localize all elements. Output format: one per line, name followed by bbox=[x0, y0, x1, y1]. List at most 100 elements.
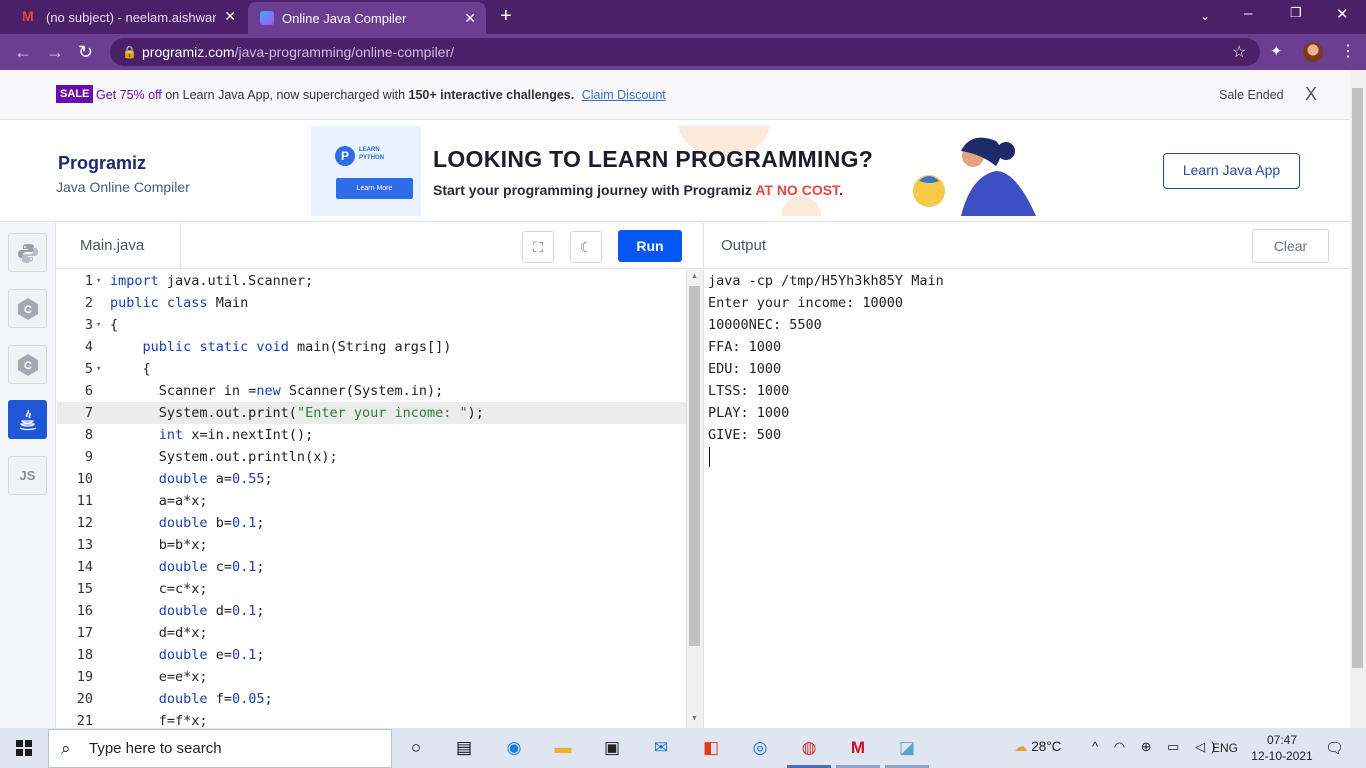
ad-banner[interactable]: P LEARN PYTHON Learn More LOOKING TO LEA… bbox=[311, 126, 1039, 216]
taskbar-search-input[interactable]: ⌕ Type here to search bbox=[48, 729, 392, 768]
line-number: 16 bbox=[76, 603, 93, 619]
code-editor[interactable]: 1 ▾ import java.util.Scanner; 2 public class… bbox=[57, 270, 686, 728]
app-icon[interactable]: ◎ bbox=[748, 736, 772, 760]
java-language-icon[interactable] bbox=[8, 400, 47, 439]
code-line[interactable]: 9 System.out.println(x); bbox=[57, 446, 686, 468]
page-scrollbar-thumb[interactable] bbox=[1352, 88, 1363, 668]
file-tab[interactable]: Main.java bbox=[57, 223, 181, 269]
output-console[interactable]: java -cp /tmp/H5Yh3kh85Y Main Enter your … bbox=[703, 270, 1350, 728]
code-text: b=b*x; bbox=[110, 537, 208, 553]
clear-button[interactable]: Clear bbox=[1252, 229, 1329, 263]
restore-icon[interactable]: ❐ bbox=[1290, 5, 1302, 21]
tab-close-icon[interactable]: ✕ bbox=[224, 8, 236, 25]
code-line[interactable]: 7 System.out.print("Enter your income: "… bbox=[57, 402, 686, 424]
promo-close-button[interactable]: X bbox=[1305, 84, 1317, 105]
line-number: 9 bbox=[84, 449, 93, 465]
tab-search-icon[interactable]: ⌄ bbox=[1200, 9, 1210, 23]
widgets-icon[interactable]: ▤ bbox=[452, 736, 476, 760]
run-button[interactable]: Run bbox=[618, 230, 682, 262]
code-line[interactable]: 19 e=e*x; bbox=[57, 666, 686, 688]
app2-icon[interactable]: ◪ bbox=[895, 736, 919, 760]
sale-status: Sale Ended bbox=[1219, 88, 1284, 102]
line-number: 21 bbox=[76, 713, 93, 728]
clock[interactable]: 07:47 12-10-2021 bbox=[1248, 732, 1316, 764]
notifications-icon[interactable]: 🗨 bbox=[1325, 739, 1344, 757]
code-line[interactable]: 11 a=a*x; bbox=[57, 490, 686, 512]
code-text: e=e*x; bbox=[110, 669, 208, 685]
page-scrollbar[interactable] bbox=[1350, 70, 1366, 728]
line-number: 6 bbox=[84, 383, 93, 399]
code-line[interactable]: 20 double f=0.05; bbox=[57, 688, 686, 710]
code-text: Scanner in =new Scanner(System.in); bbox=[110, 383, 444, 399]
editor-scrollbar-thumb[interactable] bbox=[689, 286, 700, 646]
fullscreen-button[interactable]: ⛶ bbox=[522, 231, 554, 263]
fold-arrow-icon[interactable]: ▾ bbox=[96, 358, 101, 380]
back-icon[interactable]: ← bbox=[14, 42, 32, 63]
system-tray-icons[interactable]: ^ ◠ ⊕ ▭ ◁) bbox=[1092, 739, 1221, 755]
code-line[interactable]: 16 double d=0.1; bbox=[57, 600, 686, 622]
windows-start-icon[interactable] bbox=[16, 740, 32, 756]
extensions-icon[interactable]: ✦ bbox=[1270, 42, 1283, 60]
reload-icon[interactable]: ↻ bbox=[78, 42, 93, 63]
tab-gmail[interactable]: (no subject) - neelam.aishwarya9 ✕ bbox=[8, 0, 246, 34]
output-line: Enter your income: 10000 bbox=[708, 295, 904, 311]
fold-arrow-icon[interactable]: ▾ bbox=[96, 270, 101, 292]
edge-icon[interactable]: ◉ bbox=[502, 736, 526, 760]
tab-close-icon[interactable]: ✕ bbox=[464, 10, 476, 27]
code-line[interactable]: 12 double b=0.1; bbox=[57, 512, 686, 534]
new-tab-icon[interactable]: + bbox=[500, 5, 512, 28]
code-text: System.out.println(x); bbox=[110, 449, 338, 465]
office-icon[interactable]: ◧ bbox=[699, 736, 723, 760]
cpp-language-icon[interactable]: C bbox=[8, 345, 47, 384]
windows-taskbar: ⌕ Type here to search ○ ▤ ◉ ▬ ▣ ✉ ◧ ◎ ◍ … bbox=[0, 728, 1366, 768]
line-number: 17 bbox=[76, 625, 93, 641]
scroll-down-icon[interactable]: ▼ bbox=[691, 715, 698, 722]
python-icon[interactable] bbox=[8, 233, 47, 272]
tab-online-java-compiler[interactable]: Online Java Compiler ✕ bbox=[248, 2, 486, 34]
code-line[interactable]: 8 int x=in.nextInt(); bbox=[57, 424, 686, 446]
code-line[interactable]: 17 d=d*x; bbox=[57, 622, 686, 644]
task-view-icon[interactable]: ○ bbox=[404, 736, 428, 760]
profile-avatar[interactable] bbox=[1303, 42, 1323, 62]
mail-icon[interactable]: ✉ bbox=[649, 736, 673, 760]
code-line[interactable]: 14 double c=0.1; bbox=[57, 556, 686, 578]
claim-discount-link[interactable]: Claim Discount bbox=[582, 88, 666, 102]
javascript-language-icon[interactable]: JS bbox=[8, 456, 47, 495]
code-line[interactable]: 1 ▾ import java.util.Scanner; bbox=[57, 270, 686, 292]
dark-mode-button[interactable]: ☾ bbox=[570, 231, 602, 263]
ad-illustration-icon bbox=[913, 137, 1036, 216]
learn-java-app-button[interactable]: Learn Java App bbox=[1163, 153, 1300, 189]
code-text: double d=0.1; bbox=[158, 603, 265, 619]
editor-scrollbar[interactable]: ▲ ▼ bbox=[686, 270, 703, 728]
code-line[interactable]: 15 c=c*x; bbox=[57, 578, 686, 600]
code-line[interactable]: 13 b=b*x; bbox=[57, 534, 686, 556]
store-icon[interactable]: ▣ bbox=[600, 736, 624, 760]
code-line[interactable]: 21 f=f*x; bbox=[57, 710, 686, 728]
code-line[interactable]: 18 double e=0.1; bbox=[57, 644, 686, 666]
file-explorer-icon[interactable]: ▬ bbox=[551, 736, 575, 760]
c-language-icon[interactable]: C bbox=[8, 289, 47, 328]
line-number: 12 bbox=[76, 515, 93, 531]
close-window-icon[interactable]: ✕ bbox=[1336, 5, 1349, 23]
ad-learn-more-button[interactable]: Learn More bbox=[336, 178, 413, 199]
bookmark-star-icon[interactable]: ☆ bbox=[1232, 42, 1246, 62]
forward-icon[interactable]: → bbox=[46, 42, 64, 63]
line-number: 20 bbox=[76, 691, 93, 707]
code-line[interactable]: 5 ▾ { bbox=[57, 358, 686, 380]
code-line[interactable]: 4 public static void main(String args[]) bbox=[57, 336, 686, 358]
mcafee-icon[interactable]: M bbox=[846, 736, 870, 760]
code-line[interactable]: 3 ▾ { bbox=[57, 314, 686, 336]
fold-arrow-icon[interactable]: ▾ bbox=[96, 314, 101, 336]
browser-menu-icon[interactable]: ⋮ bbox=[1340, 41, 1356, 61]
programiz-logo[interactable]: Programiz bbox=[58, 153, 146, 174]
cloud-icon: ☁ bbox=[1014, 739, 1028, 754]
language-indicator[interactable]: ENG bbox=[1212, 741, 1238, 755]
url-input[interactable]: 🔒 programiz.com/java-programming/online-… bbox=[110, 38, 1260, 66]
code-line[interactable]: 2 public class Main bbox=[57, 292, 686, 314]
scroll-up-icon[interactable]: ▲ bbox=[691, 273, 698, 280]
code-line[interactable]: 10 double a=0.55; bbox=[57, 468, 686, 490]
weather-widget[interactable]: ☁ 28°C bbox=[1014, 739, 1061, 755]
minimize-icon[interactable]: – bbox=[1244, 5, 1252, 22]
chrome-icon[interactable]: ◍ bbox=[797, 736, 821, 760]
code-line[interactable]: 6 Scanner in =new Scanner(System.in); bbox=[57, 380, 686, 402]
